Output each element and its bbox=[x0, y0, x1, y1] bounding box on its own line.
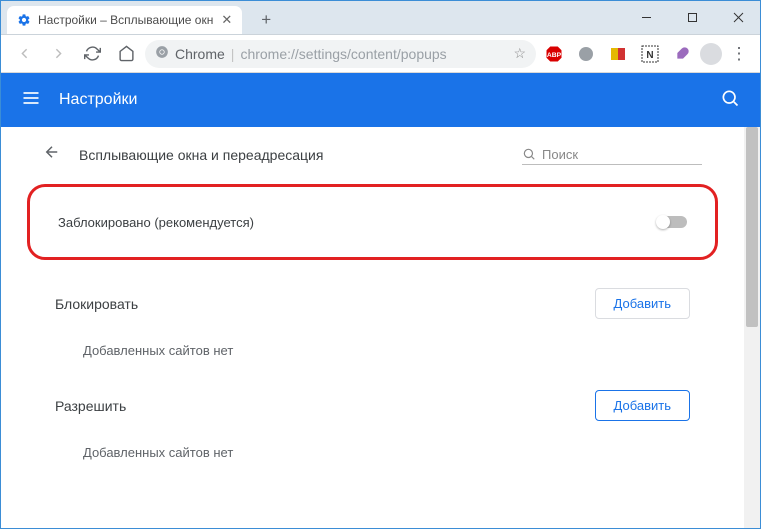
search-icon bbox=[522, 147, 536, 161]
blocked-toggle[interactable] bbox=[657, 216, 687, 228]
svg-text:ABP: ABP bbox=[547, 52, 562, 59]
scroll-thumb[interactable] bbox=[746, 127, 758, 327]
home-button[interactable] bbox=[111, 39, 141, 69]
block-add-button[interactable]: Добавить bbox=[595, 288, 690, 319]
url-divider: | bbox=[231, 46, 235, 62]
section-title: Всплывающие окна и переадресация bbox=[79, 147, 323, 163]
block-section-title: Блокировать bbox=[55, 296, 138, 312]
minimize-button[interactable] bbox=[623, 3, 669, 31]
settings-gear-icon bbox=[17, 13, 31, 27]
close-tab-icon[interactable]: ✕ bbox=[213, 12, 232, 28]
nav-back-button[interactable] bbox=[9, 39, 39, 69]
allow-section-title: Разрешить bbox=[55, 398, 126, 414]
toggle-knob bbox=[656, 215, 670, 229]
settings-header: Настройки bbox=[1, 73, 760, 127]
tab-title: Настройки – Всплывающие окн bbox=[38, 13, 213, 27]
reload-button[interactable] bbox=[77, 39, 107, 69]
vertical-scrollbar[interactable] bbox=[744, 127, 760, 528]
block-section-header: Блокировать Добавить bbox=[13, 278, 732, 329]
maximize-button[interactable] bbox=[669, 3, 715, 31]
omnibox[interactable]: Chrome | chrome://settings/content/popup… bbox=[145, 40, 536, 68]
extension-yandex-icon[interactable] bbox=[607, 43, 629, 65]
header-search-icon[interactable] bbox=[720, 88, 740, 113]
allow-section-header: Разрешить Добавить bbox=[13, 380, 732, 431]
blocked-toggle-row: Заблокировано (рекомендуется) bbox=[27, 184, 718, 260]
section-header: Всплывающие окна и переадресация Поиск bbox=[13, 127, 732, 176]
adblock-extension-icon[interactable]: ABP bbox=[543, 43, 565, 65]
url-scheme-label: Chrome bbox=[175, 46, 225, 62]
address-bar: Chrome | chrome://settings/content/popup… bbox=[1, 35, 760, 73]
nav-forward-button[interactable] bbox=[43, 39, 73, 69]
back-arrow-icon[interactable] bbox=[43, 143, 61, 166]
new-tab-button[interactable]: + bbox=[252, 6, 280, 34]
close-window-button[interactable] bbox=[715, 3, 761, 31]
extension-gray-icon[interactable] bbox=[575, 43, 597, 65]
tab-bar: Настройки – Всплывающие окн ✕ + bbox=[1, 1, 760, 35]
allow-empty-text: Добавленных сайтов нет bbox=[13, 431, 732, 482]
search-placeholder: Поиск bbox=[542, 147, 578, 162]
bookmark-star-icon[interactable]: ☆ bbox=[513, 45, 526, 62]
chrome-logo-icon bbox=[155, 45, 169, 62]
content-area: Всплывающие окна и переадресация Поиск З… bbox=[1, 127, 760, 528]
url-path: chrome://settings/content/popups bbox=[240, 46, 446, 62]
browser-tab[interactable]: Настройки – Всплывающие окн ✕ bbox=[7, 6, 242, 34]
extension-feather-icon[interactable] bbox=[671, 43, 693, 65]
browser-menu-button[interactable]: ⋮ bbox=[726, 44, 752, 64]
extension-n-icon[interactable]: N bbox=[639, 43, 661, 65]
header-title: Настройки bbox=[59, 91, 137, 109]
allow-add-button[interactable]: Добавить bbox=[595, 390, 690, 421]
hamburger-menu-icon[interactable] bbox=[21, 88, 41, 113]
section-search-input[interactable]: Поиск bbox=[522, 145, 702, 165]
profile-avatar[interactable] bbox=[700, 43, 722, 65]
block-empty-text: Добавленных сайтов нет bbox=[13, 329, 732, 380]
svg-text:N: N bbox=[646, 50, 653, 61]
window-controls bbox=[623, 0, 761, 34]
blocked-toggle-label: Заблокировано (рекомендуется) bbox=[58, 215, 254, 230]
